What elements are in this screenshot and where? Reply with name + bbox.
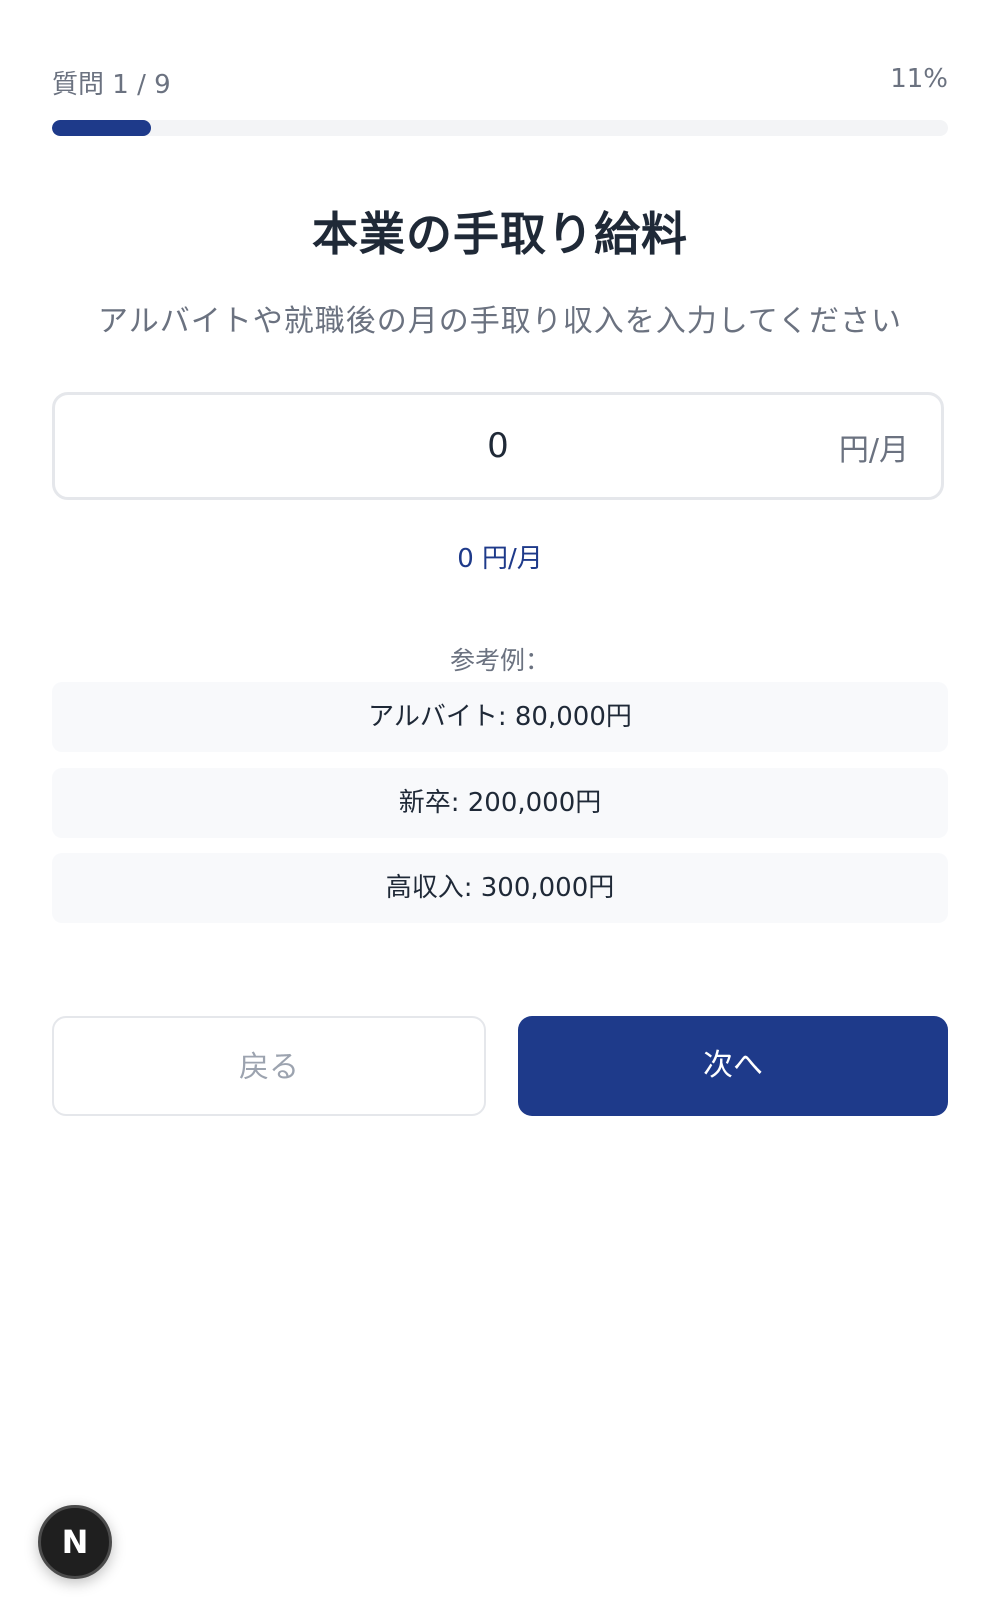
question-title: 本業の手取り給料 xyxy=(312,207,688,261)
examples-label: 参考例： xyxy=(449,646,550,675)
amount-unit-label: 円/月 xyxy=(838,433,909,468)
amount-input-container: 円/月 xyxy=(52,392,944,500)
progress-bar-fill xyxy=(52,120,151,136)
progress-bar xyxy=(52,120,948,136)
survey-page: 質問 1 / 9 11% 本業の手取り給料 アルバイトや就職後の月の手取り収入を… xyxy=(0,0,1000,1618)
progress-label: 質問 1 / 9 xyxy=(52,70,171,100)
progress-percent: 11% xyxy=(890,64,948,94)
amount-input[interactable] xyxy=(55,395,941,497)
question-subtitle: アルバイトや就職後の月の手取り収入を入力してください xyxy=(98,304,902,339)
next-button[interactable]: 次へ xyxy=(518,1016,948,1116)
amount-preview: 0 円/月 xyxy=(457,544,543,574)
progress-header: 質問 1 / 9 11% xyxy=(52,64,948,104)
example-item-part-time[interactable]: アルバイト: 80,000円 xyxy=(52,682,948,752)
example-item-high-income[interactable]: 高収入: 300,000円 xyxy=(52,853,948,923)
back-button[interactable]: 戻る xyxy=(52,1016,486,1116)
dev-tools-logo-icon: N xyxy=(61,1523,89,1561)
dev-tools-badge[interactable]: N xyxy=(38,1505,112,1579)
example-item-new-graduate[interactable]: 新卒: 200,000円 xyxy=(52,768,948,838)
